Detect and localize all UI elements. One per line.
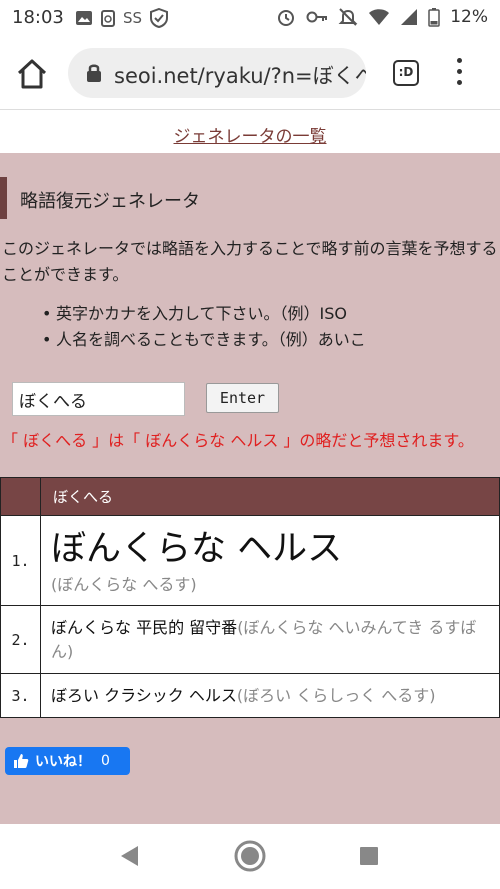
lock-icon: [87, 64, 101, 82]
like-count: 0: [101, 753, 110, 769]
table-row: 1. ぼんくらな ヘルス (ぼんくらな へるす): [0, 515, 500, 606]
status-bar: 18:03 SS 12%: [0, 0, 500, 36]
hint-list: 英字かカナを入力して下さい。（例）ISO 人名を調べることもできます。（例）あい…: [42, 301, 366, 353]
row-content: ぼんくらな 平民的 留守番(ぼんくらな へいみんてき るすばん): [40, 605, 500, 674]
expansion-text: ぼんくらな 平民的 留守番: [51, 617, 238, 637]
top-nav: ジェネレータの一覧: [0, 111, 500, 153]
home-icon[interactable]: [14, 56, 50, 92]
page-heading: 略語復元ジェネレータ: [0, 177, 500, 219]
status-time: 18:03: [12, 7, 64, 28]
url-text[interactable]: seoi.net/ryaku/?n=ぼくへ: [114, 60, 366, 90]
signal-icon: [401, 9, 418, 25]
thumbs-up-icon: [14, 754, 29, 768]
clipboard-icon: [101, 10, 115, 27]
row-content: ぼんくらな ヘルス (ぼんくらな へるす): [40, 515, 500, 606]
like-label: いいね！: [35, 754, 91, 770]
generator-list-link[interactable]: ジェネレータの一覧: [174, 122, 327, 147]
row-number: 2.: [0, 605, 41, 674]
results-table: ぼくへる 1. ぼんくらな ヘルス (ぼんくらな へるす) 2. ぼんくらな 平…: [0, 477, 500, 718]
description: このジェネレータでは略語を入力することで略す前の言葉を予想することができます。: [2, 239, 498, 284]
reading-text: (ぼんくらな へるす): [51, 574, 197, 594]
alarm-icon: [278, 10, 295, 26]
system-nav-bar: [0, 824, 500, 889]
shield-icon: [150, 8, 169, 28]
home-circle-icon[interactable]: [233, 839, 267, 873]
hint-item: 人名を調べることもできます。（例）あいこ: [42, 327, 366, 353]
abbreviation-input[interactable]: [12, 382, 185, 416]
sound-search-icon: SS: [123, 9, 143, 27]
battery-icon: [428, 8, 440, 27]
table-header-row: ぼくへる: [0, 477, 500, 516]
reading-text: (ぼろい くらしっく へるす): [236, 685, 436, 705]
row-number: 1.: [0, 515, 41, 606]
page-title: 略語復元ジェネレータ: [20, 191, 200, 212]
table-row: 3. ぼろい クラシック ヘルス(ぼろい くらしっく へるす): [0, 673, 500, 718]
status-right-icons: 12%: [276, 7, 488, 27]
enter-button[interactable]: Enter: [206, 383, 279, 413]
table-row: 2. ぼんくらな 平民的 留守番(ぼんくらな へいみんてき るすばん): [0, 605, 500, 674]
table-corner: [0, 477, 41, 516]
key-icon: [306, 11, 328, 23]
back-icon[interactable]: [118, 844, 140, 868]
image-icon: [76, 11, 92, 25]
hint-item: 英字かカナを入力して下さい。（例）ISO: [42, 301, 366, 327]
row-number: 3.: [0, 673, 41, 718]
web-page: ジェネレータの一覧 略語復元ジェネレータ このジェネレータでは略語を入力すること…: [0, 111, 500, 824]
battery-percent: 12%: [450, 7, 488, 27]
status-left-icons: SS: [75, 8, 169, 28]
expansion-text: ぼろい クラシック ヘルス: [51, 685, 237, 705]
like-button[interactable]: いいね！ 0: [5, 747, 130, 775]
recents-icon[interactable]: [359, 846, 379, 866]
address-bar[interactable]: seoi.net/ryaku/?n=ぼくへ: [68, 48, 366, 98]
row-content: ぼろい クラシック ヘルス(ぼろい くらしっく へるす): [40, 673, 500, 718]
table-header: ぼくへる: [40, 477, 500, 516]
mute-icon: [338, 8, 358, 26]
menu-icon[interactable]: [452, 58, 466, 88]
wifi-icon: [369, 9, 390, 25]
browser-toolbar: seoi.net/ryaku/?n=ぼくへ :D: [0, 36, 500, 110]
expansion-text: ぼんくらな ヘルス: [51, 528, 343, 569]
heading-accent-bar: [0, 177, 7, 219]
result-message: 「 ぼくへる 」は「 ぼんくらな ヘルス 」の略だと予想されます。: [2, 431, 474, 450]
tab-switcher-button[interactable]: :D: [393, 60, 419, 86]
